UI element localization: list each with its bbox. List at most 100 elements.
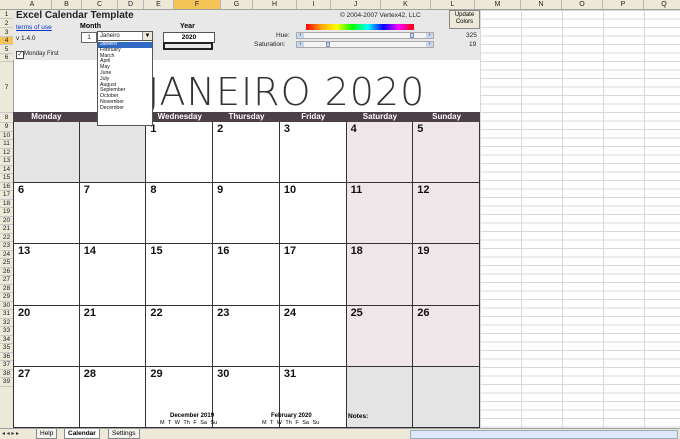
day-cell[interactable]: 11 (346, 183, 414, 245)
day-cell[interactable]: 15 (146, 244, 214, 306)
day-cell[interactable]: 1 (146, 122, 214, 184)
day-cell[interactable]: 26 (413, 305, 480, 367)
column-header-H[interactable]: H (253, 0, 297, 9)
day-cell[interactable]: 28 (79, 366, 147, 428)
chevron-right-icon[interactable]: › (426, 42, 433, 47)
day-cell[interactable]: 8 (146, 183, 214, 245)
row-header-9[interactable]: 9 (0, 123, 13, 132)
day-cell[interactable]: 30 (213, 366, 280, 428)
chevron-left-icon[interactable]: ‹ (297, 42, 304, 47)
monday-first-checkbox[interactable]: ✓ (16, 51, 24, 59)
day-cell[interactable]: 13 (13, 244, 80, 306)
day-cell[interactable]: 5 (413, 122, 480, 184)
day-cell[interactable]: 9 (213, 183, 280, 245)
column-header-M[interactable]: M (475, 0, 521, 9)
hue-slider[interactable]: ‹ › (296, 32, 434, 39)
day-cell[interactable]: 22 (146, 305, 214, 367)
row-header-11[interactable]: 11 (0, 140, 13, 149)
day-cell[interactable]: 23 (213, 305, 280, 367)
day-cell[interactable]: 12 (413, 183, 480, 245)
row-header-7[interactable]: 7 (0, 62, 13, 113)
day-cell[interactable]: 19 (413, 244, 480, 306)
chevron-down-icon[interactable]: ▼ (142, 32, 152, 40)
row-header-27[interactable]: 27 (0, 276, 13, 285)
day-cell[interactable]: 21 (79, 305, 147, 367)
month-dropdown-list[interactable]: Janeiro February March April May June July Augu… (97, 40, 153, 126)
empty-grid[interactable] (480, 10, 680, 428)
row-header-25[interactable]: 25 (0, 259, 13, 268)
day-cell[interactable] (79, 122, 147, 184)
column-header-D[interactable]: D (118, 0, 144, 9)
column-header-Q[interactable]: Q (644, 0, 680, 9)
terms-link[interactable]: terms of use (16, 24, 52, 31)
row-header-8[interactable]: 8 (0, 113, 13, 123)
column-header-L[interactable]: L (431, 0, 475, 9)
row-header-13[interactable]: 13 (0, 157, 13, 166)
column-header-B[interactable]: B (52, 0, 82, 9)
row-header-33[interactable]: 33 (0, 327, 13, 336)
update-colors-button[interactable]: Update Colors (449, 10, 480, 29)
row-header-12[interactable]: 12 (0, 149, 13, 157)
day-cell[interactable]: 2 (213, 122, 280, 184)
month-number-cell[interactable]: 1 (81, 32, 97, 43)
day-cell[interactable]: 7 (79, 183, 147, 245)
row-header-23[interactable]: 23 (0, 242, 13, 251)
row-header-26[interactable]: 26 (0, 268, 13, 276)
row-header-37[interactable]: 37 (0, 361, 13, 370)
row-header-31[interactable]: 31 (0, 310, 13, 319)
day-cell[interactable]: 18 (346, 244, 414, 306)
column-header-C[interactable]: C (82, 0, 118, 9)
day-cell[interactable]: 16 (213, 244, 280, 306)
day-cell[interactable] (13, 122, 80, 184)
chevron-left-icon[interactable]: ‹ (297, 33, 304, 38)
row-header-29[interactable]: 29 (0, 293, 13, 302)
column-header-A[interactable]: A (13, 0, 52, 9)
day-cell[interactable]: 14 (79, 244, 147, 306)
row-header-17[interactable]: 17 (0, 191, 13, 200)
day-cell[interactable]: 10 (279, 183, 347, 245)
row-header-32[interactable]: 32 (0, 319, 13, 327)
row-header-22[interactable]: 22 (0, 234, 13, 242)
chevron-right-icon[interactable]: › (426, 33, 433, 38)
column-header-G[interactable]: G (221, 0, 253, 9)
day-cell[interactable]: 25 (346, 305, 414, 367)
column-header-N[interactable]: N (521, 0, 562, 9)
row-header-1[interactable]: 1 (0, 10, 13, 19)
column-header-F[interactable]: F (174, 0, 221, 9)
day-cell[interactable]: 20 (13, 305, 80, 367)
column-header-J[interactable]: J (331, 0, 381, 9)
row-header-15[interactable]: 15 (0, 174, 13, 183)
row-header-10[interactable]: 10 (0, 132, 13, 140)
column-header-P[interactable]: P (603, 0, 644, 9)
day-cell[interactable]: 17 (279, 244, 347, 306)
column-header-O[interactable]: O (562, 0, 603, 9)
row-header-14[interactable]: 14 (0, 166, 13, 174)
row-header-35[interactable]: 35 (0, 344, 13, 353)
column-header-I[interactable]: I (297, 0, 331, 9)
tab-scroll-arrows[interactable]: ◂ ◂ ▸ ▸ (2, 430, 19, 437)
row-header-34[interactable]: 34 (0, 336, 13, 344)
row-header-18[interactable]: 18 (0, 200, 13, 208)
row-header-20[interactable]: 20 (0, 217, 13, 225)
row-header-19[interactable]: 19 (0, 208, 13, 217)
day-cell[interactable]: 3 (279, 122, 347, 184)
column-header-K[interactable]: K (381, 0, 431, 9)
day-cell[interactable] (413, 366, 480, 428)
row-header-6[interactable]: 6 (0, 54, 13, 62)
day-cell[interactable]: 27 (13, 366, 80, 428)
row-header-5[interactable]: 5 (0, 45, 13, 54)
row-header-21[interactable]: 21 (0, 225, 13, 234)
row-header-39[interactable]: 39 (0, 378, 13, 387)
hue-slider-thumb[interactable] (410, 33, 415, 38)
saturation-slider-thumb[interactable] (326, 42, 331, 47)
row-header-4[interactable]: 4 (0, 37, 13, 45)
row-header-36[interactable]: 36 (0, 353, 13, 361)
month-option-december[interactable]: December (98, 105, 152, 112)
day-cell[interactable]: 24 (279, 305, 347, 367)
saturation-slider[interactable]: ‹ › (296, 41, 434, 48)
row-header-2[interactable]: 2 (0, 19, 13, 28)
day-cell[interactable]: 6 (13, 183, 80, 245)
row-header-3[interactable]: 3 (0, 28, 13, 37)
day-cell[interactable]: 4 (346, 122, 414, 184)
row-header-24[interactable]: 24 (0, 251, 13, 259)
